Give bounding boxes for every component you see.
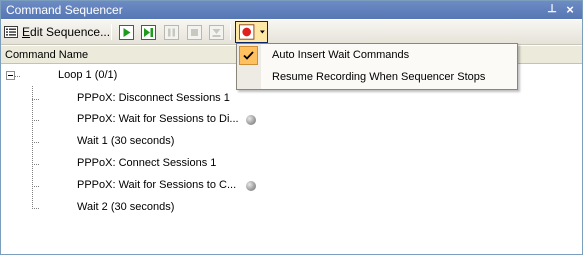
tree-row[interactable]: PPPoX: Wait for Sessions to C...: [1, 175, 582, 197]
pause-icon: [163, 24, 179, 40]
record-options-menu: Auto Insert Wait Commands Resume Recordi…: [236, 43, 518, 90]
tree-row[interactable]: PPPoX: Connect Sessions 1: [1, 153, 582, 175]
stop-icon: [186, 24, 202, 40]
status-dot-icon: [246, 181, 256, 191]
toolbar-separator: [111, 24, 112, 40]
step-play-button[interactable]: [139, 23, 157, 41]
record-icon: [239, 24, 255, 40]
tree-connector: [32, 99, 40, 100]
tree-row[interactable]: Wait 1 (30 seconds): [1, 131, 582, 153]
checkmark-icon: [239, 46, 258, 65]
column-header-label: Command Name: [5, 49, 89, 61]
menu-item-label: Auto Insert Wait Commands: [272, 49, 410, 61]
status-dot-icon: [246, 115, 256, 125]
jump-button[interactable]: [207, 23, 225, 41]
play-icon: [118, 24, 134, 40]
menu-item-auto-insert-wait[interactable]: Auto Insert Wait Commands: [237, 45, 517, 66]
tree-connector: [15, 76, 21, 77]
tree-row-label: Loop 1 (0/1): [58, 69, 118, 81]
step-play-icon: [140, 24, 156, 40]
window-title: Command Sequencer: [6, 3, 123, 17]
tree-connector: [32, 120, 40, 121]
close-icon[interactable]: ×: [563, 2, 577, 17]
edit-list-icon: [4, 26, 18, 38]
tree-connector: [32, 208, 40, 209]
chevron-down-icon: [260, 30, 266, 34]
edit-sequence-label: Edit Sequence...: [22, 25, 111, 39]
command-sequencer-window: Command Sequencer ⊥ × Edit Sequence... C…: [0, 0, 583, 255]
play-button[interactable]: [117, 23, 135, 41]
tree-row-label: Wait 1 (30 seconds): [77, 135, 175, 147]
tree-connector: [32, 164, 40, 165]
menu-item-resume-recording[interactable]: Resume Recording When Sequencer Stops: [237, 67, 517, 88]
tree-connector: [32, 186, 40, 187]
collapse-icon[interactable]: [6, 71, 15, 80]
tree-row-label: PPPoX: Wait for Sessions to C...: [77, 179, 237, 191]
tree-row-label: PPPoX: Disconnect Sessions 1: [77, 92, 230, 104]
tree-row[interactable]: Wait 2 (30 seconds): [1, 197, 582, 219]
tree-row[interactable]: PPPoX: Disconnect Sessions 1: [1, 88, 582, 110]
toolbar: Edit Sequence...: [1, 20, 582, 45]
pin-icon[interactable]: ⊥: [545, 2, 559, 17]
edit-sequence-button[interactable]: Edit Sequence...: [4, 22, 110, 42]
jump-icon: [208, 24, 224, 40]
tree-row-label: PPPoX: Connect Sessions 1: [77, 157, 217, 169]
tree-row[interactable]: PPPoX: Wait for Sessions to Di...: [1, 109, 582, 131]
menu-item-label: Resume Recording When Sequencer Stops: [272, 71, 486, 83]
title-bar: Command Sequencer ⊥ ×: [1, 1, 582, 19]
stop-button[interactable]: [185, 23, 203, 41]
tree-connector: [32, 142, 40, 143]
tree-row-label: Wait 2 (30 seconds): [77, 201, 175, 213]
tree-row-label: PPPoX: Wait for Sessions to Di...: [77, 113, 239, 125]
record-dropdown-button[interactable]: [235, 21, 268, 43]
toolbar-separator: [230, 24, 231, 40]
pause-button[interactable]: [162, 23, 180, 41]
